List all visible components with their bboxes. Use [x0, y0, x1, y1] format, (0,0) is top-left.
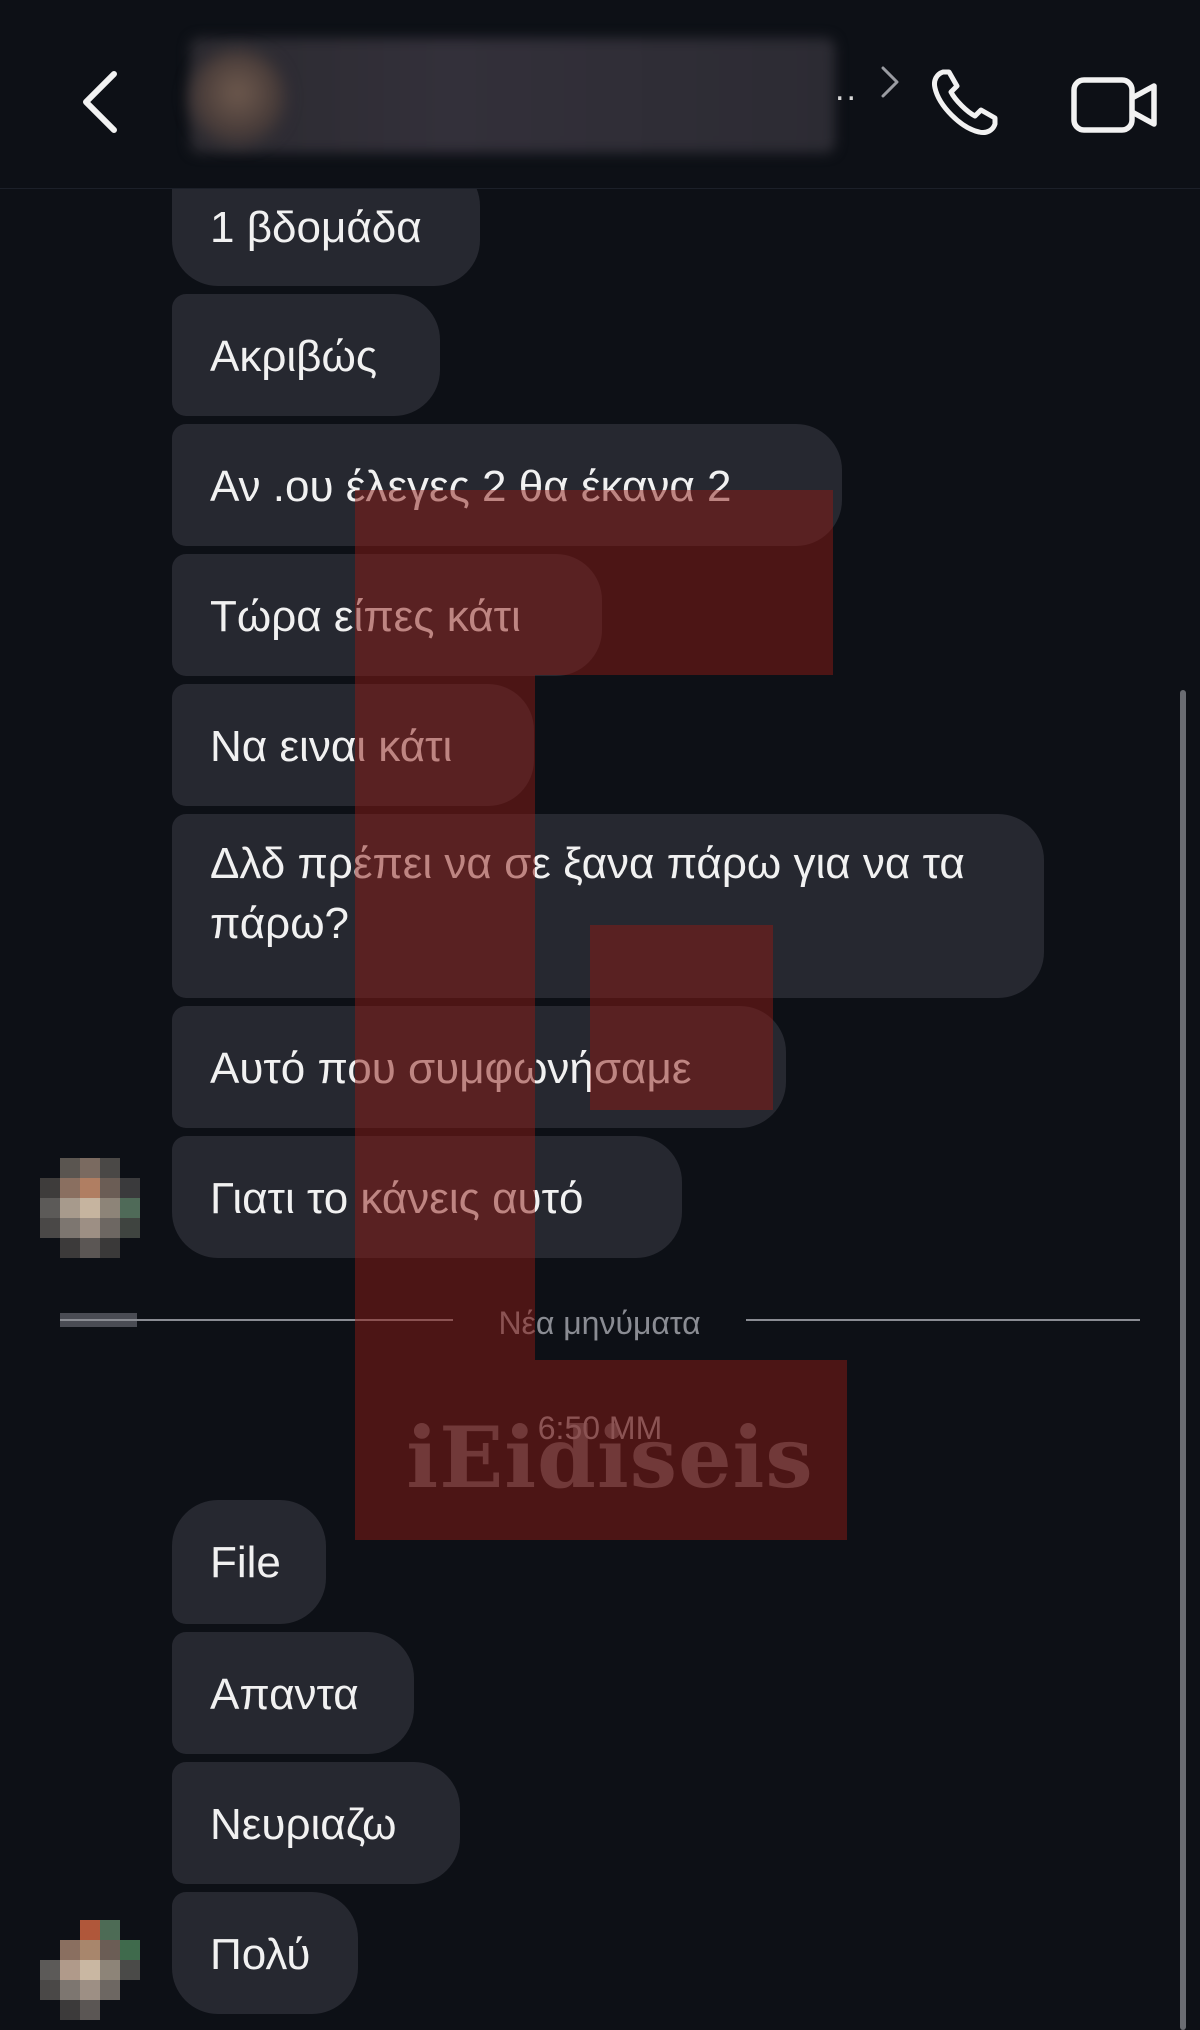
message-bubble[interactable]: Δλδ πρέπει να σε ξανα πάρω για να τα πάρ… — [172, 814, 1044, 998]
message-text: Νευριαζω — [210, 1800, 397, 1849]
message-text: Αν .ου έλεγες 2 θα έκανα 2 — [210, 462, 732, 511]
chevron-left-icon — [83, 71, 117, 133]
message-timestamp: 6:50 ΜΜ — [537, 1410, 663, 1446]
phone-icon[interactable] — [925, 62, 1005, 142]
video-camera-icon[interactable] — [1070, 70, 1160, 140]
avatar[interactable] — [40, 1920, 140, 2020]
message-bubble[interactable]: Αν .ου έλεγες 2 θα έκανα 2 — [172, 424, 842, 546]
new-messages-divider: Νέα μηνύματα — [60, 1305, 1140, 1341]
message-text: Να ειναι κάτι — [210, 722, 453, 771]
chat-screen: .. 1 βδομάδα Ακριβώς Αν .ου έλεγες 2 θα … — [0, 0, 1200, 2030]
message-bubble[interactable]: Ακριβώς — [172, 294, 440, 416]
message-bubble[interactable]: Γιατι το κάνεις αυτό — [172, 1136, 682, 1258]
avatar[interactable] — [40, 1158, 140, 1258]
message-bubble[interactable]: Τώρα είπες κάτι — [172, 554, 602, 676]
message-text: 1 βδομάδα — [210, 203, 422, 252]
message-text: Ακριβώς — [210, 332, 378, 381]
message-bubble[interactable]: Απαντα — [172, 1632, 414, 1754]
message-text: Τώρα είπες κάτι — [210, 592, 521, 641]
message-text: Πολύ — [210, 1930, 311, 1979]
chevron-right-icon — [881, 66, 899, 98]
message-bubble[interactable]: Πολύ — [172, 1892, 358, 2014]
contact-avatar-blurred[interactable] — [190, 50, 285, 145]
scrollbar[interactable] — [1180, 690, 1186, 2030]
message-text: Αυτό που συμφωνήσαμε — [210, 1044, 692, 1093]
contact-name-suffix: .. — [835, 70, 858, 108]
message-bubble[interactable]: Αυτό που συμφωνήσαμε — [172, 1006, 786, 1128]
contact-name-blurred[interactable] — [190, 38, 835, 153]
chat-header: .. — [0, 0, 1200, 189]
message-bubble[interactable]: File — [172, 1500, 326, 1624]
message-text: File — [210, 1538, 281, 1587]
message-bubble[interactable]: Νευριαζω — [172, 1762, 460, 1884]
back-button[interactable] — [70, 62, 130, 142]
message-text: Δλδ πρέπει να σε ξανα πάρω για να τα πάρ… — [210, 839, 965, 948]
message-text: Απαντα — [210, 1670, 359, 1719]
divider-label: Νέα μηνύματα — [498, 1305, 701, 1341]
message-text: Γιατι το κάνεις αυτό — [210, 1174, 584, 1223]
message-bubble[interactable]: Να ειναι κάτι — [172, 684, 534, 806]
